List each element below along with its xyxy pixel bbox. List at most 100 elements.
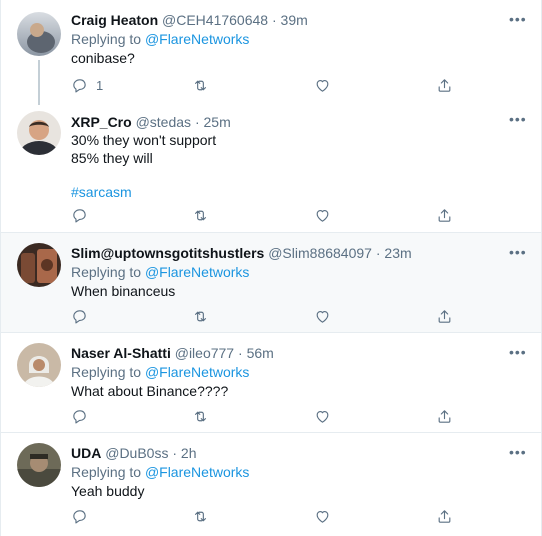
retweet-button[interactable] bbox=[192, 307, 209, 325]
reply-count: 1 bbox=[96, 77, 104, 93]
like-button[interactable] bbox=[314, 307, 331, 325]
retweet-icon bbox=[192, 308, 209, 325]
retweet-button[interactable] bbox=[192, 76, 209, 94]
tweet-xrp-cro[interactable]: XRP_Cro @stedas · 25m 30% they won't sup… bbox=[1, 105, 541, 233]
share-icon bbox=[436, 408, 453, 425]
share-icon bbox=[436, 77, 453, 94]
avatar[interactable] bbox=[17, 343, 61, 387]
tweet-text-line: 85% they will bbox=[71, 150, 153, 166]
tweet-text: What about Binance???? bbox=[71, 383, 229, 399]
more-icon[interactable]: ••• bbox=[509, 445, 527, 459]
share-icon bbox=[436, 207, 453, 224]
reply-button[interactable]: 1 bbox=[71, 76, 103, 94]
avatar[interactable] bbox=[17, 12, 61, 56]
timestamp[interactable]: 2h bbox=[181, 445, 197, 461]
user-handle[interactable]: @CEH41760648 bbox=[162, 12, 268, 28]
reply-button[interactable] bbox=[71, 507, 88, 525]
separator: · bbox=[375, 245, 381, 261]
user-handle[interactable]: @DuB0ss bbox=[105, 445, 168, 461]
like-icon bbox=[314, 408, 331, 425]
replying-to-label: Replying to bbox=[71, 264, 142, 280]
tweet-uda[interactable]: UDA @DuB0ss · 2h Replying to @FlareNetwo… bbox=[1, 433, 541, 536]
tweet-naser-al-shatti[interactable]: Naser Al-Shatti @ileo777 · 56m Replying … bbox=[1, 333, 541, 433]
tweet-header: Slim@uptownsgotitshustlers @Slim88684097… bbox=[71, 244, 501, 262]
tweet-actions bbox=[71, 206, 471, 224]
share-button[interactable] bbox=[436, 307, 453, 325]
replying-to: Replying to @FlareNetworks bbox=[71, 29, 501, 49]
tweet-header: Naser Al-Shatti @ileo777 · 56m bbox=[71, 344, 501, 362]
reply-button[interactable] bbox=[71, 407, 88, 425]
tweet-craig-heaton[interactable]: Craig Heaton @CEH41760648 · 39m Replying… bbox=[1, 0, 541, 105]
tweet-body: Craig Heaton @CEH41760648 · 39m Replying… bbox=[71, 11, 501, 67]
replying-to-link[interactable]: @FlareNetworks bbox=[145, 264, 249, 280]
share-button[interactable] bbox=[436, 206, 453, 224]
avatar[interactable] bbox=[17, 111, 61, 155]
like-button[interactable] bbox=[314, 206, 331, 224]
display-name[interactable]: Slim@uptownsgotitshustlers bbox=[71, 245, 264, 261]
tweet-actions bbox=[71, 507, 471, 525]
reply-button[interactable] bbox=[71, 206, 88, 224]
tweet-header: UDA @DuB0ss · 2h bbox=[71, 444, 501, 462]
more-icon[interactable]: ••• bbox=[509, 245, 527, 259]
display-name[interactable]: Craig Heaton bbox=[71, 12, 158, 28]
share-button[interactable] bbox=[436, 507, 453, 525]
user-handle[interactable]: @stedas bbox=[136, 114, 191, 130]
like-icon bbox=[314, 508, 331, 525]
reply-icon bbox=[71, 77, 88, 94]
display-name[interactable]: XRP_Cro bbox=[71, 114, 132, 130]
like-button[interactable] bbox=[314, 76, 331, 94]
like-button[interactable] bbox=[314, 507, 331, 525]
tweet-actions bbox=[71, 307, 471, 325]
tweet-actions bbox=[71, 407, 471, 425]
retweet-button[interactable] bbox=[192, 206, 209, 224]
more-icon[interactable]: ••• bbox=[509, 12, 527, 26]
reply-icon bbox=[71, 207, 88, 224]
separator: · bbox=[271, 12, 277, 28]
tweet-text-line: 30% they won't support bbox=[71, 132, 217, 148]
retweet-icon bbox=[192, 508, 209, 525]
tweet-text: Yeah buddy bbox=[71, 483, 145, 499]
display-name[interactable]: UDA bbox=[71, 445, 101, 461]
avatar[interactable] bbox=[17, 443, 61, 487]
more-icon[interactable]: ••• bbox=[509, 112, 527, 126]
share-button[interactable] bbox=[436, 407, 453, 425]
like-icon bbox=[314, 207, 331, 224]
replying-to-link[interactable]: @FlareNetworks bbox=[145, 464, 249, 480]
avatar[interactable] bbox=[17, 243, 61, 287]
display-name[interactable]: Naser Al-Shatti bbox=[71, 345, 171, 361]
tweet-text: conibase? bbox=[71, 50, 135, 66]
hashtag-link[interactable]: #sarcasm bbox=[71, 183, 501, 201]
share-icon bbox=[436, 508, 453, 525]
more-icon[interactable]: ••• bbox=[509, 345, 527, 359]
retweet-button[interactable] bbox=[192, 407, 209, 425]
like-icon bbox=[314, 77, 331, 94]
thread-connector-line bbox=[38, 60, 40, 105]
user-handle[interactable]: @Slim88684097 bbox=[268, 245, 372, 261]
tweet-body: UDA @DuB0ss · 2h Replying to @FlareNetwo… bbox=[71, 444, 501, 500]
share-icon bbox=[436, 308, 453, 325]
separator: · bbox=[194, 114, 200, 130]
replying-to-label: Replying to bbox=[71, 464, 142, 480]
timestamp[interactable]: 25m bbox=[204, 114, 231, 130]
replying-to-label: Replying to bbox=[71, 364, 142, 380]
separator: · bbox=[238, 345, 243, 361]
tweet-header: Craig Heaton @CEH41760648 · 39m bbox=[71, 11, 501, 29]
replying-to-link[interactable]: @FlareNetworks bbox=[145, 364, 249, 380]
share-button[interactable] bbox=[436, 76, 453, 94]
timestamp[interactable]: 39m bbox=[281, 12, 308, 28]
retweet-icon bbox=[192, 207, 209, 224]
retweet-icon bbox=[192, 408, 209, 425]
timestamp[interactable]: 56m bbox=[247, 345, 274, 361]
retweet-button[interactable] bbox=[192, 507, 209, 525]
tweet-slim[interactable]: Slim@uptownsgotitshustlers @Slim88684097… bbox=[1, 233, 541, 333]
user-handle[interactable]: @ileo777 bbox=[175, 345, 234, 361]
tweet-text: When binanceus bbox=[71, 283, 176, 299]
replying-to: Replying to @FlareNetworks bbox=[71, 262, 501, 282]
replying-to: Replying to @FlareNetworks bbox=[71, 462, 501, 482]
timestamp[interactable]: 23m bbox=[384, 245, 411, 261]
reply-icon bbox=[71, 308, 88, 325]
replying-to-label: Replying to bbox=[71, 31, 142, 47]
like-button[interactable] bbox=[314, 407, 331, 425]
reply-button[interactable] bbox=[71, 307, 88, 325]
replying-to-link[interactable]: @FlareNetworks bbox=[145, 31, 249, 47]
